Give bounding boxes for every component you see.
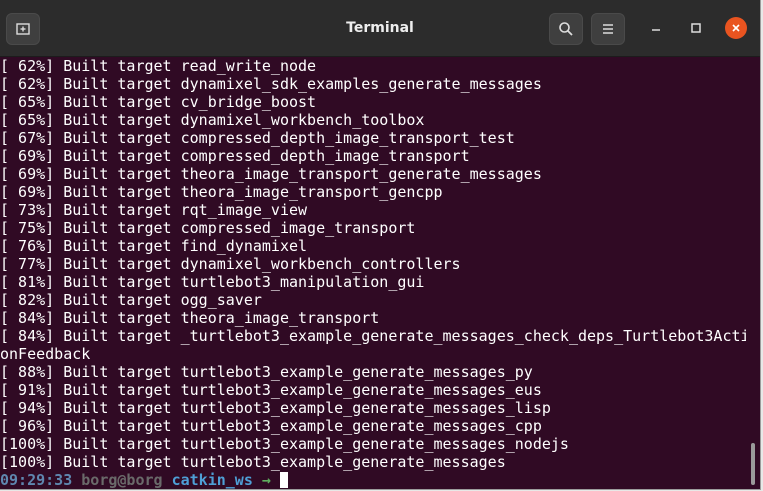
hamburger-menu-icon <box>603 24 613 34</box>
output-line: [ 84%] Built target _turtlebot3_example_… <box>0 327 746 345</box>
output-line: [ 67%] Built target compressed_depth_ima… <box>0 129 515 147</box>
output-line: [ 65%] Built target cv_bridge_boost <box>0 93 317 111</box>
output-line: [ 69%] Built target theora_image_transpo… <box>0 165 542 183</box>
minimize-button[interactable] <box>645 17 667 39</box>
search-icon <box>559 22 573 36</box>
output-line: [ 75%] Built target compressed_image_tra… <box>0 219 416 237</box>
output-line: [100%] Built target turtlebot3_example_g… <box>0 435 569 453</box>
shell-prompt[interactable]: 09:29:33 borg@borg catkin_ws → <box>0 471 746 489</box>
new-tab-button[interactable] <box>6 13 40 45</box>
close-icon <box>732 24 740 32</box>
close-button[interactable] <box>725 17 747 39</box>
output-line: [ 69%] Built target theora_image_transpo… <box>0 183 443 201</box>
scrollbar-thumb[interactable] <box>751 443 755 485</box>
prompt-directory: catkin_ws <box>171 471 253 489</box>
maximize-button[interactable] <box>685 17 707 39</box>
output-line: [ 73%] Built target rqt_image_view <box>0 201 308 219</box>
output-line: [ 91%] Built target turtlebot3_example_g… <box>0 381 542 399</box>
output-line: [ 62%] Built target read_write_node <box>0 57 317 75</box>
output-line: [ 77%] Built target dynamixel_workbench_… <box>0 255 461 273</box>
output-line: [ 76%] Built target find_dynamixel <box>0 237 308 255</box>
maximize-icon <box>691 23 701 33</box>
output-line: [ 96%] Built target turtlebot3_example_g… <box>0 417 542 435</box>
minimize-icon <box>652 29 660 31</box>
output-line: [ 84%] Built target theora_image_transpo… <box>0 309 380 327</box>
prompt-user-host: borg@borg <box>81 471 163 489</box>
title-bar: Terminal <box>0 0 760 57</box>
output-line: [ 88%] Built target turtlebot3_example_g… <box>0 363 533 381</box>
terminal-output[interactable]: [ 62%] Built target read_write_node [ 62… <box>0 57 746 489</box>
text-cursor <box>279 472 288 488</box>
output-line: [ 94%] Built target turtlebot3_example_g… <box>0 399 551 417</box>
output-line: onFeedback <box>0 345 91 363</box>
terminal-window: Terminal [62%] Built target read_write_… <box>0 0 761 490</box>
output-line: [ 65%] Built target dynamixel_workbench_… <box>0 111 425 129</box>
search-button[interactable] <box>549 13 583 45</box>
output-line: [100%] Built target turtlebot3_example_g… <box>0 453 506 471</box>
menu-button[interactable] <box>591 13 625 45</box>
output-line: [ 82%] Built target ogg_saver <box>0 291 262 309</box>
output-line: [ 81%] Built target turtlebot3_manipulat… <box>0 273 425 291</box>
scrollbar[interactable] <box>749 57 757 489</box>
prompt-arrow: → <box>261 471 271 489</box>
output-line: [ 69%] Built target compressed_depth_ima… <box>0 147 470 165</box>
output-line: [ 62%] Built target dynamixel_sdk_exampl… <box>0 75 542 93</box>
new-tab-icon <box>16 23 30 35</box>
prompt-time: 09:29:33 <box>0 471 73 489</box>
